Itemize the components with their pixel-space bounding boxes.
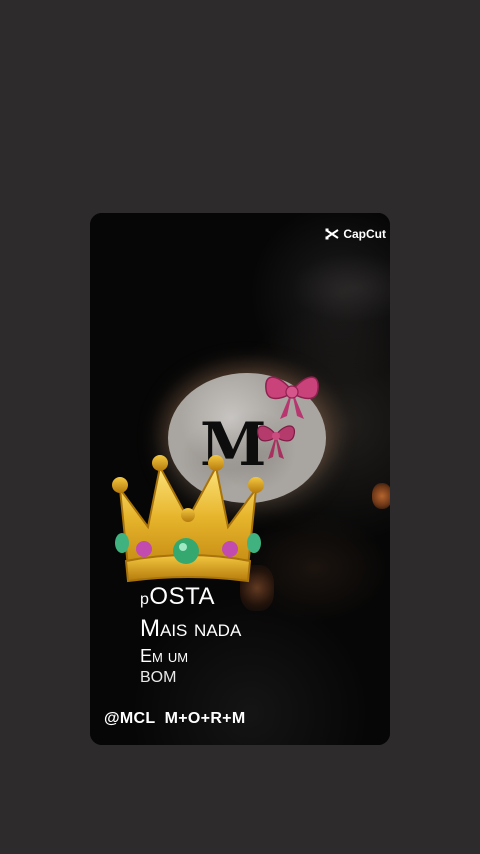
caption-line-1: pOSTA [140, 583, 241, 614]
video-preview[interactable]: CapCut M pOSTA Mais nada Em um BOM @MCL … [90, 213, 390, 745]
screen-background: CapCut M pOSTA Mais nada Em um BOM @MCL … [0, 0, 480, 854]
caption-line-1-rest: OSTA [149, 583, 215, 610]
caption-line-4: bom [140, 669, 177, 686]
ember-spark [372, 483, 390, 509]
video-caption: pOSTA Mais nada Em um bom [140, 583, 241, 688]
capcut-logo-icon [325, 228, 339, 240]
pink-bow-icon [265, 376, 319, 419]
capcut-watermark: CapCut [325, 227, 386, 241]
caption-line-3: Em um [140, 646, 189, 666]
caption-line-2: Mais nada [140, 615, 242, 642]
caption-line-1-prefix: p [140, 591, 150, 608]
capcut-label: CapCut [343, 227, 386, 241]
creator-credit: @MCL M+O+R+M [104, 710, 246, 727]
crown-icon [112, 455, 264, 583]
